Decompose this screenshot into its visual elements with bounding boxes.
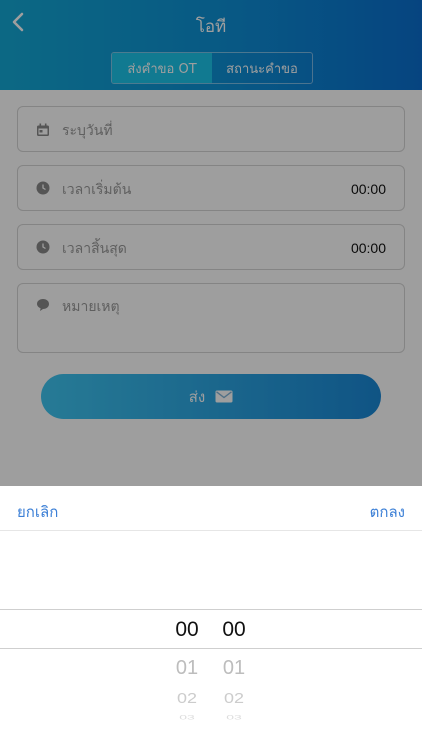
time-picker-wheels: 00 01 02 03 00 01 02 03 [0,531,422,750]
hour-option[interactable]: 02 [167,690,207,707]
minute-option[interactable]: 01 [214,657,254,680]
hour-selected[interactable]: 00 [167,618,207,642]
selection-top-line [0,609,422,610]
minute-wheel[interactable]: 00 01 02 03 [214,531,254,750]
cancel-button[interactable]: ยกเลิก [17,500,58,524]
modal-backdrop[interactable] [0,0,422,486]
minute-option[interactable]: 03 [214,713,254,720]
hour-option[interactable]: 03 [167,713,207,720]
time-picker-sheet: ยกเลิก ตกลง 00 01 02 03 00 01 02 03 [0,486,422,750]
minute-option[interactable]: 02 [214,690,254,707]
confirm-button[interactable]: ตกลง [370,500,405,524]
picker-toolbar: ยกเลิก ตกลง [0,486,422,531]
hour-option[interactable]: 01 [167,657,207,680]
hour-wheel[interactable]: 00 01 02 03 [167,531,207,750]
minute-selected[interactable]: 00 [214,618,254,642]
selection-bottom-line [0,648,422,649]
